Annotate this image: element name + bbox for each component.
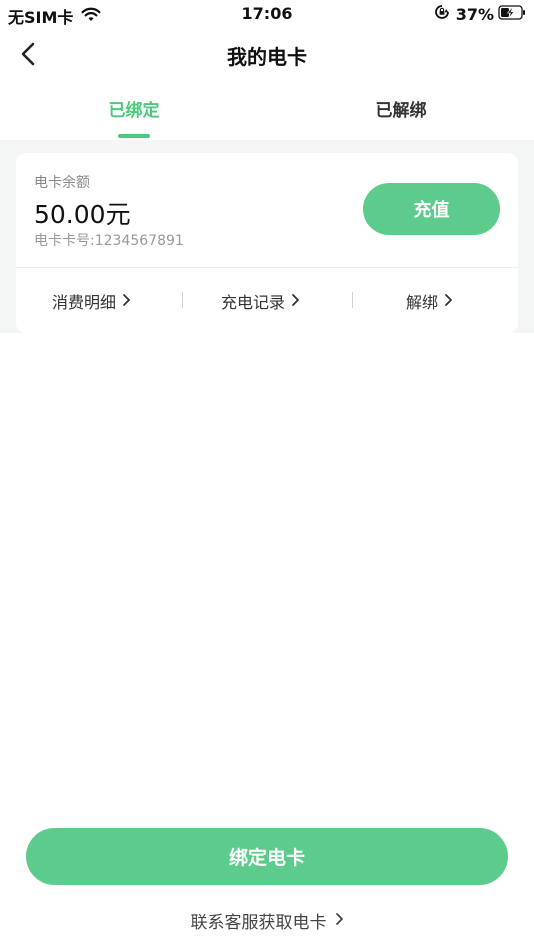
action-separator [182, 292, 183, 308]
battery-charging-icon [498, 4, 526, 24]
service-label: 联系客服获取电卡 [190, 913, 327, 933]
contact-service-link[interactable]: 联系客服获取电卡 [0, 908, 534, 933]
chevron-right-icon [122, 292, 131, 311]
card-actions: 消费明细 充电记录 解绑 [16, 268, 518, 333]
status-bar: 无SIM卡 17:06 37% [0, 0, 534, 28]
action-label: 消费明细 [52, 293, 117, 312]
action-separator [352, 292, 353, 308]
tab-bound[interactable]: 已绑定 [34, 96, 234, 121]
tab-bar: 已绑定 已解绑 [0, 88, 534, 140]
lock-rotation-icon [434, 4, 450, 24]
battery-percent: 37% [455, 4, 494, 24]
page-title: 我的电卡 [227, 45, 307, 69]
bind-card-button[interactable]: 绑定电卡 [26, 828, 508, 885]
chevron-right-icon [335, 911, 344, 931]
card-panel: 电卡余额 50.00元 电卡卡号:1234567891 充值 消费明细 充电记录… [16, 153, 518, 333]
action-label: 解绑 [406, 293, 439, 312]
balance-value: 50.00元 [34, 200, 131, 229]
card-number: 电卡卡号:1234567891 [34, 230, 184, 250]
charging-record-link[interactable]: 充电记录 [221, 289, 300, 313]
chevron-right-icon [444, 292, 453, 311]
unbind-link[interactable]: 解绑 [406, 289, 453, 313]
chevron-right-icon [291, 292, 300, 311]
balance-label: 电卡余额 [34, 175, 90, 191]
action-label: 充电记录 [221, 293, 286, 312]
consumption-detail-link[interactable]: 消费明细 [52, 289, 131, 313]
recharge-button[interactable]: 充值 [363, 183, 500, 235]
tab-active-indicator [118, 134, 150, 138]
card-number-value: 1234567891 [94, 233, 184, 249]
card-number-label: 电卡卡号: [34, 233, 95, 249]
status-bar-right: 37% [434, 4, 526, 24]
nav-bar: 我的电卡 [0, 28, 534, 80]
tab-unbound[interactable]: 已解绑 [301, 96, 501, 121]
